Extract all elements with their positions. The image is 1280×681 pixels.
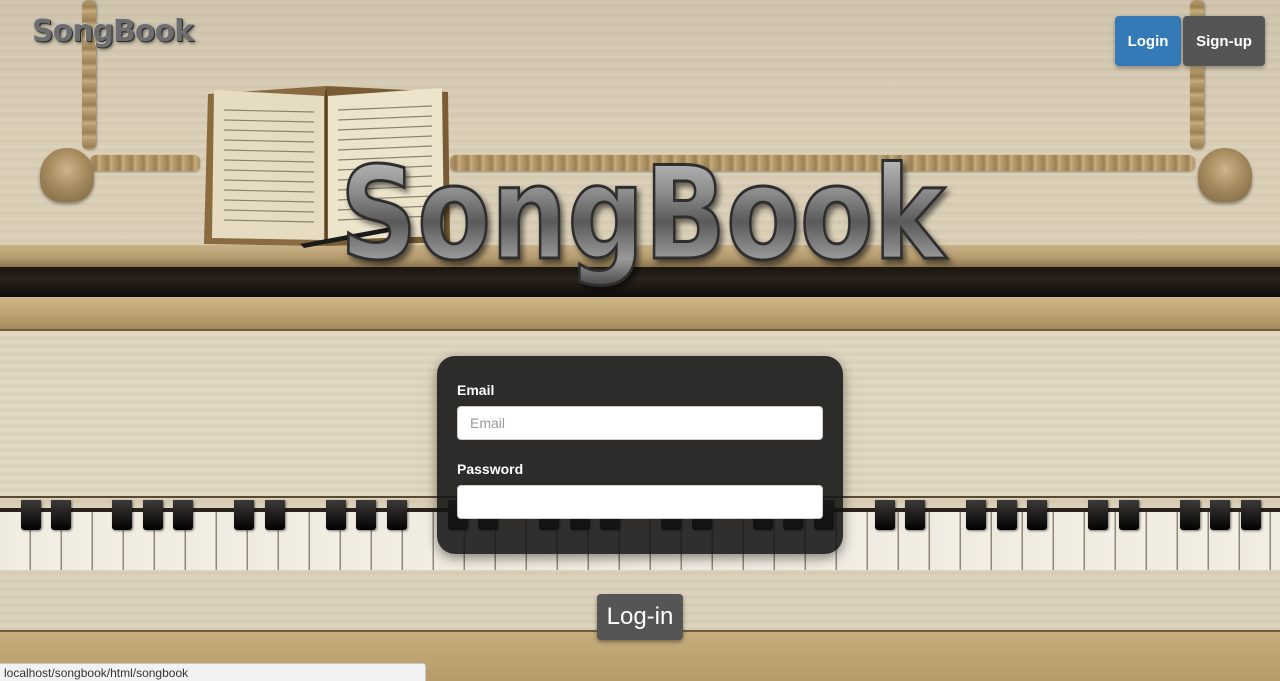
hero-logo: SongBook xyxy=(339,139,949,291)
nav-login-button[interactable]: Login xyxy=(1115,16,1181,66)
piano-black-key xyxy=(875,500,895,530)
nav-signup-button[interactable]: Sign-up xyxy=(1183,16,1265,66)
bead-rail-left xyxy=(90,155,200,171)
password-label: Password xyxy=(457,461,524,477)
piano-black-key xyxy=(51,500,71,530)
piano-black-key xyxy=(1210,500,1230,530)
login-form-card: Email Password xyxy=(437,356,843,554)
piano-black-key xyxy=(387,500,407,530)
corner-ornament-right xyxy=(1198,148,1252,202)
hero-logo-text: SongBook xyxy=(340,140,947,289)
piano-black-key xyxy=(356,500,376,530)
login-submit-button[interactable]: Log-in xyxy=(597,594,683,640)
piano-black-key xyxy=(1027,500,1047,530)
piano-black-key xyxy=(265,500,285,530)
piano-black-key xyxy=(997,500,1017,530)
email-label: Email xyxy=(457,382,495,398)
page-background: SongBook SongBook Login Sign-up Email Pa… xyxy=(0,0,1280,681)
piano-black-key xyxy=(1241,500,1261,530)
email-field[interactable] xyxy=(457,406,823,440)
piano-black-key xyxy=(326,500,346,530)
piano-black-key xyxy=(966,500,986,530)
piano-black-key xyxy=(173,500,193,530)
browser-status-bar: localhost/songbook/html/songbook xyxy=(0,663,426,681)
piano-black-key xyxy=(1088,500,1108,530)
piano-black-key xyxy=(143,500,163,530)
piano-black-key xyxy=(21,500,41,530)
corner-ornament-left xyxy=(40,148,94,202)
brand-logo[interactable]: SongBook xyxy=(32,14,194,49)
piano-black-key xyxy=(1119,500,1139,530)
piano-black-key xyxy=(905,500,925,530)
piano-black-key xyxy=(112,500,132,530)
piano-black-key xyxy=(1180,500,1200,530)
password-field[interactable] xyxy=(457,485,823,519)
piano-black-key xyxy=(234,500,254,530)
